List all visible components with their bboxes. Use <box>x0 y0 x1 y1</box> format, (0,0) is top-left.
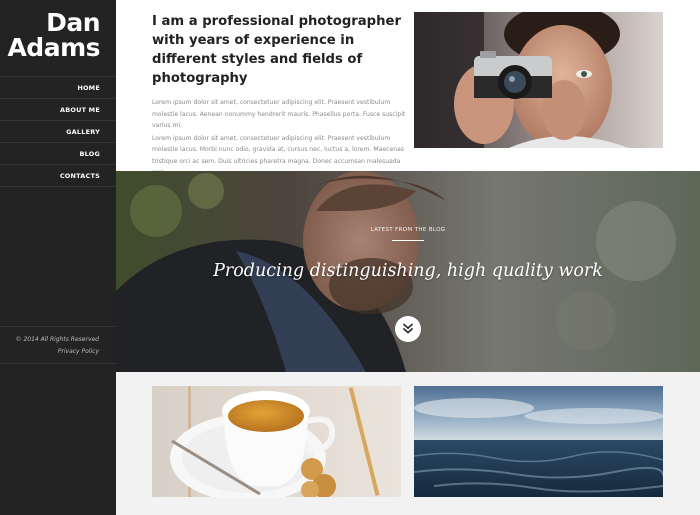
privacy-policy-link[interactable]: Privacy Policy <box>58 348 99 355</box>
sea-photo[interactable] <box>414 386 663 497</box>
photographer-photo <box>414 12 663 148</box>
double-chevron-down-icon <box>403 323 413 334</box>
intro-body: Lorem ipsum dolor sit amet, consectetuer… <box>152 97 408 179</box>
scroll-down-button[interactable] <box>395 316 421 342</box>
nav-item-contacts[interactable]: CONTACTS <box>0 165 116 187</box>
hero-divider <box>392 240 424 241</box>
hero-banner: LATEST FROM THE BLOG Producing distingui… <box>116 171 700 372</box>
main-nav: HOME ABOUT ME GALLERY BLOG CONTACTS <box>0 76 116 187</box>
coffee-photo[interactable] <box>152 386 401 497</box>
copyright-text: © 2014 All Rights Reserved <box>15 336 99 343</box>
nav-item-home[interactable]: HOME <box>0 77 116 99</box>
intro-section: I am a professional photographer with ye… <box>152 12 408 179</box>
logo-first-name: Dan <box>46 8 100 37</box>
logo-last-name: Adams <box>7 33 100 62</box>
sidebar-footer: © 2014 All Rights Reserved Privacy Polic… <box>0 326 116 364</box>
hero-title: Producing distinguishing, high quality w… <box>213 261 603 281</box>
hero-kicker: LATEST FROM THE BLOG <box>370 227 446 233</box>
nav-item-about-me[interactable]: ABOUT ME <box>0 99 116 121</box>
nav-item-gallery[interactable]: GALLERY <box>0 121 116 143</box>
site-logo[interactable]: Dan Adams <box>7 10 100 60</box>
intro-heading: I am a professional photographer with ye… <box>152 14 401 86</box>
intro-paragraph-1: Lorem ipsum dolor sit amet, consectetuer… <box>152 99 406 129</box>
hero-content: LATEST FROM THE BLOG Producing distingui… <box>116 171 700 372</box>
nav-item-blog[interactable]: BLOG <box>0 143 116 165</box>
sidebar: Dan Adams HOME ABOUT ME GALLERY BLOG CON… <box>0 0 116 515</box>
